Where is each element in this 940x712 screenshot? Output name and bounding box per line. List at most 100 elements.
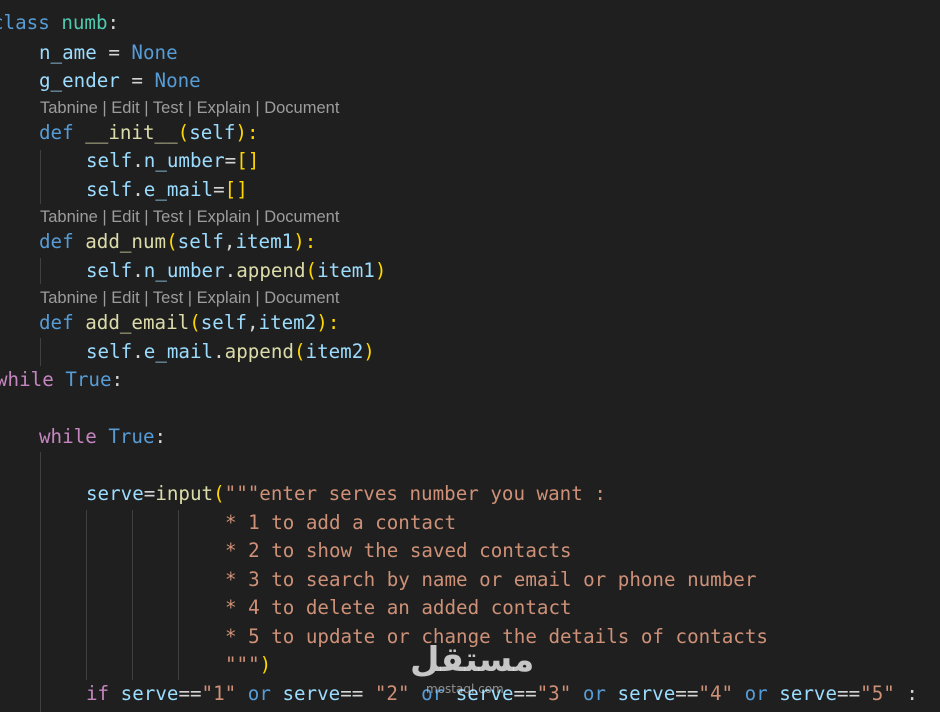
codelens-edit[interactable]: Edit [111, 99, 139, 117]
operator: = [213, 178, 225, 201]
codelens-edit[interactable]: Edit [111, 289, 139, 307]
codelens-separator: | [250, 208, 265, 226]
codelens-bar: Tabnine | Edit | Test | Explain | Docume… [40, 205, 940, 229]
code-line[interactable]: g_ender = None [39, 67, 940, 95]
codelens-tabnine[interactable]: Tabnine [40, 208, 98, 226]
code-line[interactable]: self.e_mail=[] [86, 176, 940, 204]
variable: serve [86, 482, 144, 505]
function-name: add_email [85, 311, 190, 334]
keyword: while [39, 425, 97, 448]
indent-guide [86, 510, 87, 680]
indent-guide [40, 258, 41, 284]
variable: serve [779, 682, 838, 705]
code-line[interactable]: * 2 to show the saved contacts [225, 537, 940, 565]
keyword: def [39, 230, 74, 253]
codelens-bar: Tabnine | Edit | Test | Explain | Docume… [40, 286, 940, 310]
attribute: e_mail [143, 178, 214, 201]
code-line[interactable]: n_ame = None [39, 39, 940, 67]
codelens-explain[interactable]: Explain [197, 289, 251, 307]
code-line[interactable]: """) [225, 651, 940, 679]
code-line[interactable]: self.e_mail.append(item2) [86, 338, 940, 366]
bracket: ) [259, 653, 272, 676]
string-literal: * 3 to search by name or email or phone … [225, 568, 757, 591]
bracket: [] [224, 178, 248, 201]
punctuation: : [906, 682, 918, 705]
argument: item1 [317, 259, 375, 282]
codelens-explain[interactable]: Explain [197, 99, 251, 117]
codelens-separator: | [97, 289, 112, 307]
punctuation: . [213, 340, 225, 363]
code-line[interactable]: if serve=="1" or serve== "2" or serve=="… [86, 680, 940, 708]
code-line[interactable]: * 1 to add a contact [225, 509, 940, 537]
bracket: ( [293, 340, 306, 363]
bracket: [] [236, 149, 260, 172]
string-literal: "4" [698, 682, 734, 705]
bracket: ): [235, 121, 259, 144]
codelens-test[interactable]: Test [153, 99, 183, 117]
punctuation: : [154, 425, 167, 448]
code-line[interactable]: while True: [0, 366, 940, 394]
code-line[interactable]: * 4 to delete an added contact [225, 594, 940, 622]
punctuation: . [132, 340, 144, 363]
code-line[interactable]: serve=input("""enter serves number you w… [86, 480, 940, 508]
string-literal: * 4 to delete an added contact [225, 596, 572, 619]
string-literal: "3" [536, 682, 572, 705]
keyword: or [247, 682, 271, 705]
bracket: ) [363, 340, 375, 363]
operator: == [675, 682, 699, 705]
function-name: __init__ [85, 121, 178, 144]
indent-guide [40, 452, 41, 712]
variable: g_ender [39, 69, 120, 92]
operator: = [224, 149, 237, 172]
code-line[interactable]: * 3 to search by name or email or phone … [225, 566, 940, 594]
codelens-edit[interactable]: Edit [111, 208, 139, 226]
code-line[interactable]: class numb: [0, 9, 940, 37]
parameter: self [200, 311, 247, 334]
keyword: or [582, 682, 606, 705]
keyword: def [39, 121, 74, 144]
indent-guide [40, 150, 41, 204]
code-line[interactable]: * 5 to update or change the details of c… [225, 623, 940, 651]
codelens-tabnine[interactable]: Tabnine [40, 99, 98, 117]
codelens-document[interactable]: Document [264, 289, 339, 307]
punctuation: . [224, 259, 237, 282]
codelens-separator: | [139, 99, 153, 117]
variable: self [86, 149, 133, 172]
operator: == [178, 682, 202, 705]
bracket: ): [293, 230, 317, 253]
codelens-separator: | [97, 208, 112, 226]
code-line[interactable]: def __init__(self): [39, 119, 940, 147]
string-literal: "1" [201, 682, 237, 705]
indent-guide [132, 510, 133, 680]
code-line[interactable]: self.n_umber.append(item1) [86, 257, 940, 285]
method-name: append [236, 259, 306, 282]
codelens-explain[interactable]: Explain [197, 208, 251, 226]
constant: True [108, 425, 155, 448]
parameter: item1 [235, 230, 294, 253]
punctuation: , [223, 230, 236, 253]
attribute: n_umber [143, 149, 225, 172]
constant: None [154, 69, 201, 92]
keyword: or [744, 682, 768, 705]
parameter: item2 [258, 311, 317, 334]
bracket: ( [177, 121, 190, 144]
code-editor[interactable]: class numb: n_ame = None g_ender = None … [0, 0, 940, 712]
code-line[interactable]: def add_email(self,item2): [39, 309, 940, 337]
bracket: ) [374, 259, 387, 282]
argument: item2 [305, 340, 364, 363]
code-line[interactable]: self.n_umber=[] [86, 147, 940, 175]
codelens-separator: | [183, 289, 197, 307]
keyword: while [0, 368, 54, 391]
code-line[interactable]: while True: [39, 423, 940, 451]
codelens-test[interactable]: Test [153, 208, 183, 226]
codelens-test[interactable]: Test [153, 289, 183, 307]
variable: serve [120, 682, 179, 705]
codelens-document[interactable]: Document [264, 208, 339, 226]
codelens-separator: | [250, 289, 265, 307]
indent-guide [178, 510, 179, 680]
codelens-document[interactable]: Document [264, 99, 339, 117]
string-literal: "2" [374, 682, 410, 705]
keyword: if [86, 682, 110, 705]
code-line[interactable]: def add_num(self,item1): [39, 228, 940, 256]
codelens-tabnine[interactable]: Tabnine [40, 289, 98, 307]
